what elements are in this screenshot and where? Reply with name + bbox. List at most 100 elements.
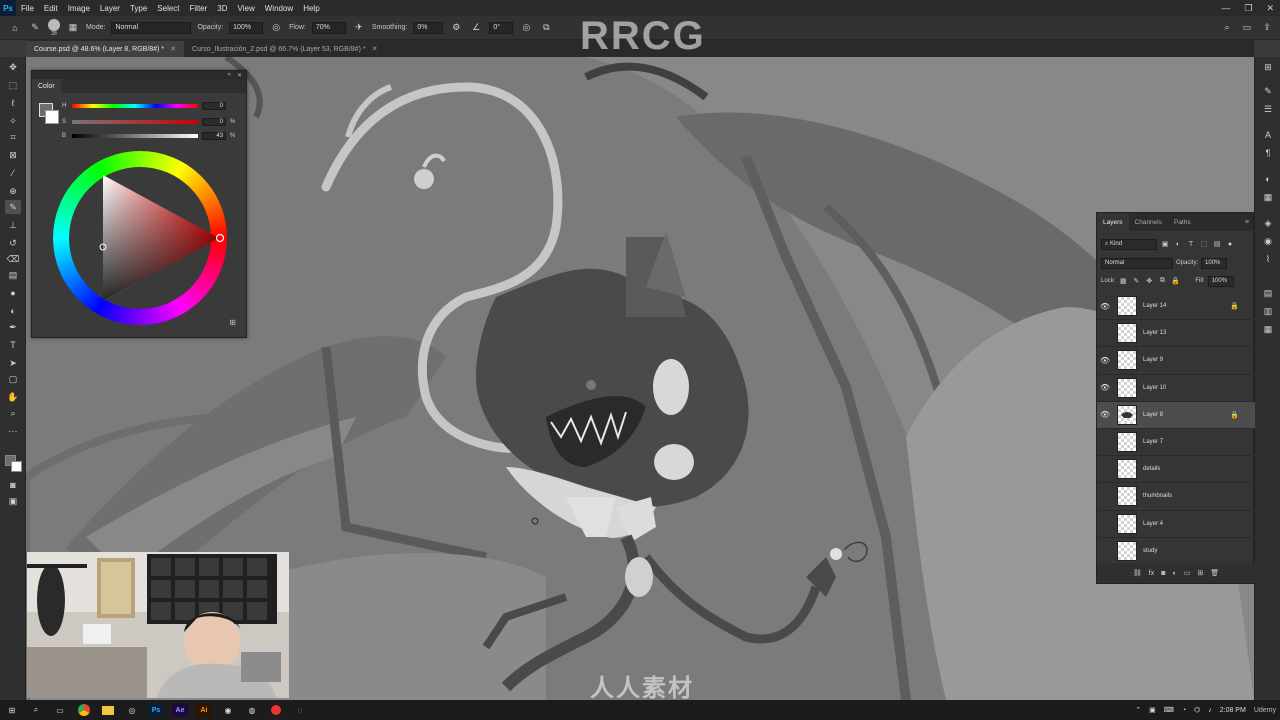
background-color-swatch[interactable] [11, 461, 22, 472]
saturation-slider[interactable] [72, 120, 198, 124]
magic-wand-icon[interactable]: ✧ [5, 114, 21, 128]
app-icon[interactable]: ◎ [120, 700, 144, 720]
swatches-icon[interactable]: ▦ [1261, 190, 1275, 204]
filter-shape-icon[interactable]: ⬚ [1199, 240, 1209, 248]
brightness-slider[interactable] [72, 134, 198, 138]
fill-field[interactable]: 100% [1207, 275, 1234, 287]
minimize-button[interactable]: — [1221, 3, 1230, 13]
layer-row[interactable]: Layer 7 [1097, 429, 1255, 457]
background-swatch[interactable] [45, 110, 59, 124]
hand-tool-icon[interactable]: ✋ [5, 390, 21, 404]
grid-icon[interactable]: ▦ [1261, 322, 1275, 336]
menu-3d[interactable]: 3D [212, 4, 232, 13]
more-tools-icon[interactable]: ⋯ [5, 424, 21, 438]
menu-image[interactable]: Image [63, 4, 95, 13]
close-button[interactable]: ✕ [1266, 3, 1274, 14]
tab-course-psd[interactable]: Course.psd @ 48.6% (Layer 8, RGB/8#) * ✕ [26, 41, 184, 57]
paragraph-icon[interactable]: ¶ [1261, 146, 1275, 160]
color-icon[interactable]: ◐ [1261, 172, 1275, 186]
frame-tool-icon[interactable]: ⊠ [5, 148, 21, 162]
eye-icon[interactable]: 👁 [1097, 410, 1113, 419]
smoothing-field[interactable]: 0% [413, 21, 444, 34]
home-icon[interactable]: ⌂ [8, 21, 22, 35]
collapse-icon[interactable]: « [228, 72, 231, 78]
eraser-icon[interactable]: ⌫ [5, 252, 21, 266]
app-icon[interactable] [264, 700, 288, 720]
close-icon[interactable]: ✕ [170, 45, 176, 53]
eyedropper-icon[interactable]: ⁄ [5, 166, 21, 180]
link-layers-icon[interactable]: ⛓ [1133, 569, 1142, 577]
tray-chevron-icon[interactable]: ⌃ [1135, 706, 1141, 714]
hue-slider[interactable] [72, 104, 198, 108]
menu-layer[interactable]: Layer [95, 4, 125, 13]
eye-icon[interactable]: 👁 [1097, 356, 1113, 365]
new-layer-icon[interactable]: ⊞ [1197, 569, 1203, 577]
opacity-field[interactable]: 100% [229, 21, 264, 34]
menu-file[interactable]: File [16, 4, 39, 13]
clock[interactable]: 2:08 PM [1220, 707, 1246, 714]
layer-row[interactable]: study [1097, 538, 1255, 565]
crop-tool-icon[interactable]: ⌗ [5, 130, 21, 144]
restore-button[interactable]: ❐ [1244, 3, 1252, 14]
tray-icon[interactable]: ◔ [1182, 707, 1186, 714]
marquee-tool-icon[interactable]: ⬚ [5, 78, 21, 92]
saturation-value[interactable]: 0 [202, 118, 226, 126]
share-icon[interactable]: ⇪ [1260, 21, 1274, 35]
expand-icon[interactable]: ⊞ [229, 318, 236, 327]
layer-row[interactable]: thumbnails [1097, 483, 1255, 511]
brush-preset-picker[interactable]: 28 [48, 18, 60, 37]
task-view-icon[interactable]: ▭ [48, 700, 72, 720]
start-icon[interactable]: ⊞ [0, 700, 24, 720]
eye-icon[interactable]: 👁 [1097, 383, 1113, 392]
lasso-tool-icon[interactable]: ℓ [5, 96, 21, 110]
shape-tool-icon[interactable]: ▢ [5, 372, 21, 386]
chrome-icon[interactable] [72, 700, 96, 720]
lock-position-icon[interactable]: ✥ [1144, 277, 1154, 285]
layer-row[interactable]: Layer 4 [1097, 511, 1255, 538]
angle-field[interactable]: 0° [489, 21, 514, 34]
libraries-icon[interactable]: ▤ [1261, 286, 1275, 300]
menu-window[interactable]: Window [260, 4, 298, 13]
volume-icon[interactable]: ♪ [1208, 707, 1212, 714]
menu-select[interactable]: Select [152, 4, 184, 13]
brush-settings-icon[interactable]: ✎ [1261, 84, 1275, 98]
panel-menu-icon[interactable]: ≡ [1245, 219, 1253, 226]
airbrush-icon[interactable]: ✈ [352, 21, 366, 35]
brush-tool-icon[interactable]: ✎ [5, 200, 21, 214]
close-icon[interactable]: ✕ [237, 72, 242, 79]
clone-stamp-icon[interactable]: ⊥ [5, 218, 21, 232]
tab-curso-ilustracion[interactable]: Curso_Ilustración_2.psd @ 66.7% (Layer 5… [184, 41, 386, 57]
menu-edit[interactable]: Edit [39, 4, 63, 13]
network-icon[interactable]: ⌬ [1194, 706, 1200, 714]
brightness-value[interactable]: 43 [202, 132, 226, 140]
history-brush-icon[interactable]: ↺ [5, 236, 21, 250]
pressure-size-icon[interactable]: ◎ [519, 21, 533, 35]
layer-row[interactable]: 👁 Layer 14 🔒 [1097, 293, 1255, 321]
filter-smart-icon[interactable]: ▤ [1212, 240, 1222, 248]
menu-filter[interactable]: Filter [185, 4, 213, 13]
path-selection-icon[interactable]: ➤ [5, 356, 21, 370]
new-group-icon[interactable]: ▭ [1184, 569, 1191, 577]
flow-field[interactable]: 70% [311, 21, 346, 34]
lock-artboard-icon[interactable]: ⧉ [1157, 277, 1167, 285]
blur-tool-icon[interactable]: ● [5, 286, 21, 300]
tab-color[interactable]: Color [32, 79, 61, 93]
filter-pixel-icon[interactable]: ▣ [1160, 240, 1170, 248]
lock-pixels-icon[interactable]: ✎ [1131, 277, 1141, 285]
layers-icon[interactable]: ◈ [1261, 216, 1275, 230]
app-icon[interactable]: ◉ [216, 700, 240, 720]
layer-row[interactable]: 👁 Layer 10 [1097, 375, 1255, 402]
properties-icon[interactable]: ▥ [1261, 304, 1275, 318]
filter-type-icon[interactable]: T [1186, 241, 1196, 248]
tray-icon[interactable]: ⌨ [1164, 706, 1174, 714]
color-triangle[interactable] [53, 151, 227, 325]
history-icon[interactable]: ⊞ [1261, 60, 1275, 74]
paths-icon[interactable]: ⌇ [1261, 252, 1275, 266]
move-tool-icon[interactable]: ✥ [5, 60, 21, 74]
gradient-icon[interactable]: ▤ [5, 268, 21, 282]
hue-value[interactable]: 0 [202, 102, 226, 110]
tray-icon[interactable]: ▣ [1149, 706, 1156, 714]
pen-tool-icon[interactable]: ✒ [5, 320, 21, 334]
eye-icon[interactable]: 👁 [1097, 302, 1113, 311]
layer-opacity-field[interactable]: 100% [1201, 257, 1228, 269]
